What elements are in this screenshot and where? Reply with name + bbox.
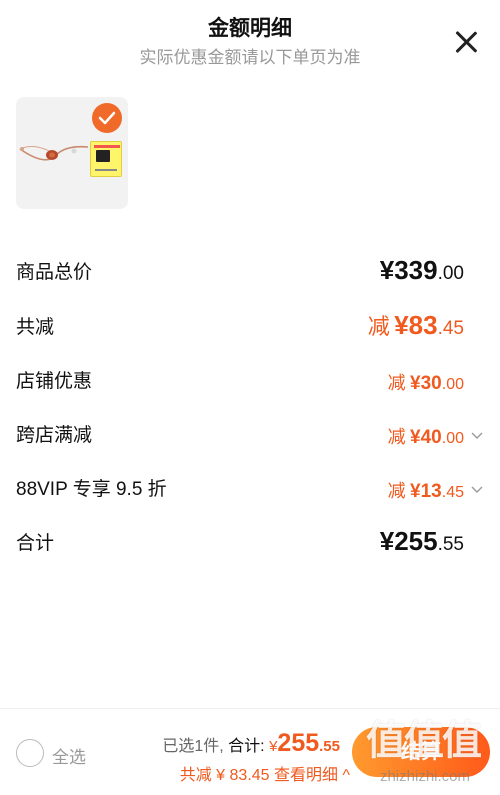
select-all-label[interactable]: 全选 [52, 743, 86, 768]
row-label: 共减 [16, 317, 55, 338]
row-label: 合计 [16, 533, 55, 554]
row-label: 店铺优惠 [16, 371, 93, 392]
row-total-discount: 共减 减 ¥83.45 [16, 309, 484, 345]
row-vip-discount[interactable]: 88VIP 专享 9.5 折 减 ¥13.45 [16, 471, 484, 507]
summary-total: 已选1件, 合计: ¥255.55 [162, 729, 340, 757]
gift-card-icon [90, 141, 122, 177]
row-amount: 减 ¥30.00 [387, 373, 464, 394]
close-icon[interactable] [452, 28, 480, 56]
row-grand-total: 合计 ¥255.55 [16, 525, 484, 561]
row-label: 88VIP 专享 9.5 折 [16, 479, 167, 500]
page-subtitle: 实际优惠金额请以下单页为准 [139, 48, 361, 67]
row-shop-discount: 店铺优惠 减 ¥30.00 [16, 363, 484, 399]
view-detail-link[interactable]: 查看明细 ^ [274, 767, 350, 784]
select-all-radio[interactable] [16, 739, 44, 767]
row-label: 商品总价 [16, 262, 93, 283]
chevron-down-icon[interactable] [470, 429, 484, 443]
summary-discount: 共减 ¥ 83.45 查看明细 ^ [179, 767, 350, 784]
row-amount: ¥255.55 [379, 526, 464, 556]
page-title: 金额明细 [208, 17, 292, 40]
row-label: 跨店满减 [16, 425, 93, 446]
header: 金额明细 实际优惠金额请以下单页为准 [0, 0, 500, 80]
row-subtotal: 商品总价 ¥339.00 [16, 254, 484, 290]
chevron-down-icon[interactable] [470, 483, 484, 497]
row-cross-store[interactable]: 跨店满减 减 ¥40.00 [16, 417, 484, 453]
watermark: 值值值 zhizhizhi.com [366, 719, 482, 785]
row-amount: 减 ¥40.00 [387, 427, 464, 448]
checked-icon[interactable] [92, 103, 122, 133]
row-amount: ¥339.00 [379, 255, 464, 285]
row-amount: 减 ¥13.45 [387, 481, 464, 502]
row-amount: 减 ¥83.45 [367, 310, 464, 340]
